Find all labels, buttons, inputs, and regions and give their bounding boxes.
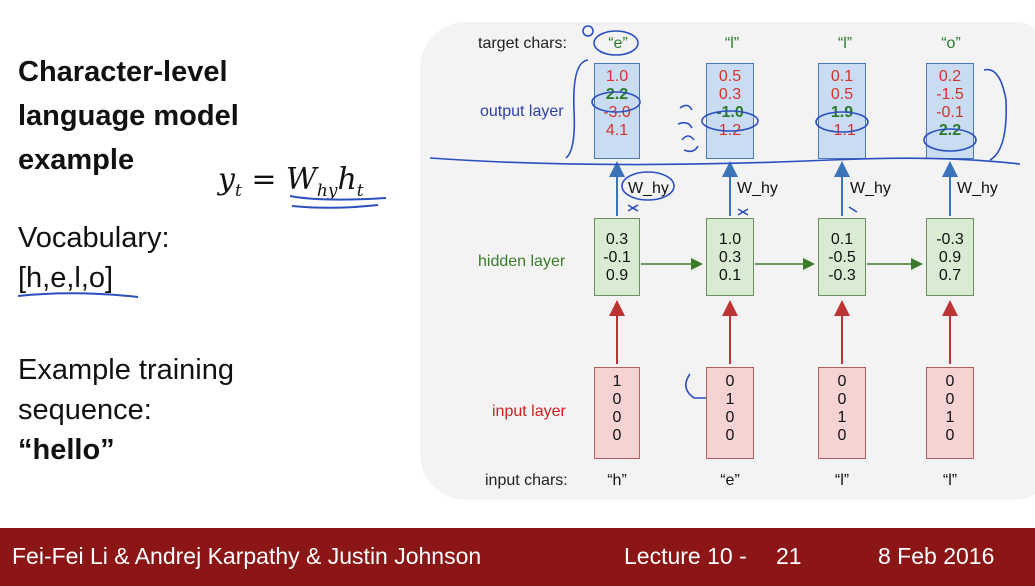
footer-lecture: Lecture 10 - (624, 543, 747, 569)
handwritten-annotations (429, 25, 1021, 399)
diagram-arrows (429, 25, 1021, 399)
footer-page-number: 21 (776, 543, 802, 569)
footer-authors: Fei-Fei Li & Andrej Karpathy & Justin Jo… (12, 543, 482, 569)
footer-date: 8 Feb 2016 (878, 543, 995, 569)
footer-bar: Fei-Fei Li & Andrej Karpathy & Justin Jo… (0, 528, 1035, 586)
